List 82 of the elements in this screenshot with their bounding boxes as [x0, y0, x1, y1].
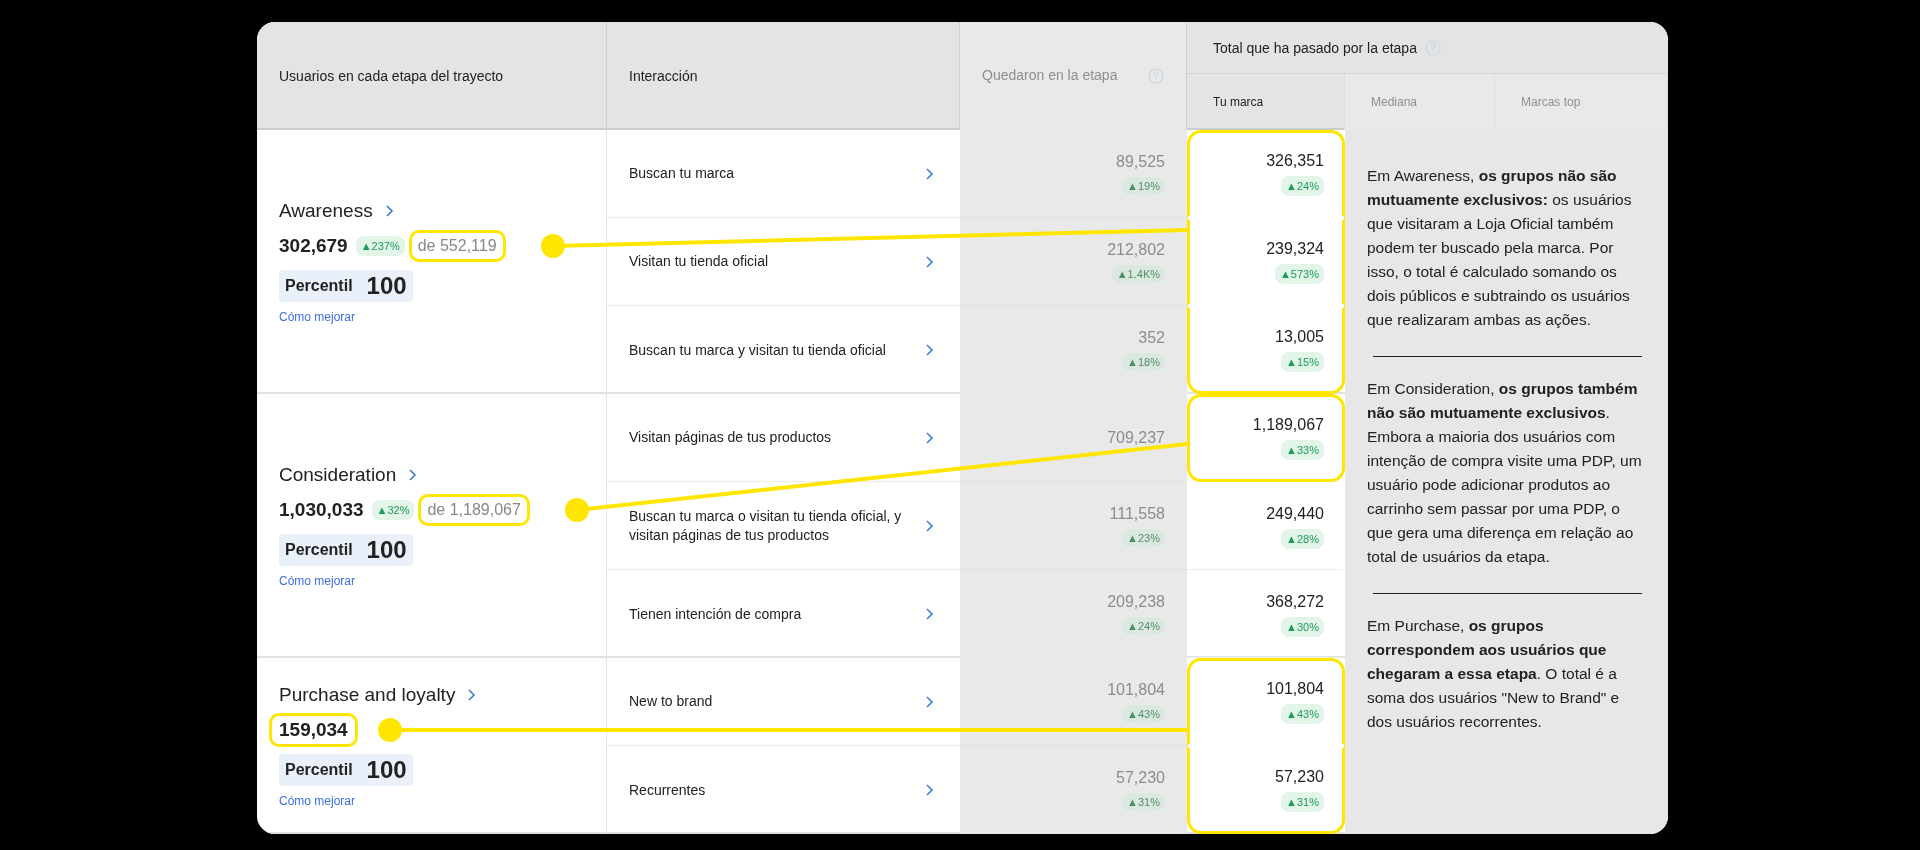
chevron-right-icon [925, 167, 934, 180]
annotation-note: Em Consideration, os grupos também não são mutuamente exclusivos. Embora a maioria dos usuários com intenção de compra visite uma PDP, um usuário pode adicionar produtos ao carrinho sem passar por uma PDP, o que gera uma diferença em relação ao total de usuários da etapa. [1367, 379, 1643, 568]
stage-of-total: de 552,119 [408, 230, 506, 262]
percentile-value: 100 [366, 536, 407, 564]
stage-title[interactable]: Awareness [279, 200, 373, 222]
change-badge: ▲43% [1281, 704, 1324, 724]
change-badge: ▲237% [355, 236, 405, 256]
interaction-row[interactable]: Buscan tu marca y visitan tu tienda oficial [607, 306, 960, 394]
annotation-note: Em Purchase, os grupos correspondem aos usuários que chegaram a essa etapa. O total é a soma dos usuários "New to Brand" e dos usuários recorrentes. [1367, 616, 1621, 733]
change-badge: ▲18% [1122, 353, 1165, 371]
improve-link[interactable]: Cómo mejorar [279, 310, 606, 324]
brand-total-value: 1,189,067 [1252, 416, 1324, 434]
change-badge: ▲23% [1122, 528, 1165, 547]
help-icon[interactable] [1148, 68, 1164, 84]
stage-of-total: de 1,189,067 [418, 494, 530, 526]
brand-total-value: 249,440 [1266, 505, 1324, 523]
stage-title[interactable]: Consideration [279, 464, 397, 486]
percentile-value: 100 [366, 272, 407, 300]
interaction-label: Visitan páginas de tus productos [629, 428, 832, 447]
change-badge: ▲24% [1281, 176, 1324, 196]
brand-total-value: 101,804 [1266, 680, 1324, 698]
chevron-right-icon [467, 689, 477, 701]
brand-total-value: 368,272 [1266, 593, 1324, 611]
improve-link[interactable]: Cómo mejorar [279, 574, 606, 588]
remained-value: 111,558 [1109, 504, 1165, 523]
chevron-right-icon [925, 784, 934, 796]
interaction-label: Buscan tu marca [629, 164, 735, 183]
chevron-right-icon [925, 431, 934, 444]
interaction-label: Buscan tu marca y visitan tu tienda oficial [629, 340, 886, 360]
interaction-label: New to brand [629, 692, 713, 711]
interaction-row[interactable]: Recurrentes [607, 746, 960, 834]
remained-value: 209,238 [1107, 593, 1165, 611]
stage-total: 159,034 [269, 713, 358, 747]
remained-value: 352 [1138, 329, 1165, 347]
remained-value: 101,804 [1107, 680, 1165, 699]
interaction-row[interactable]: Tienen intención de compra [607, 570, 960, 658]
change-badge: ▲28% [1281, 529, 1324, 549]
percentile-label: Percentil [285, 541, 353, 559]
stage-title[interactable]: Purchase and loyalty [279, 684, 456, 706]
change-badge: ▲30% [1281, 617, 1324, 637]
chevron-right-icon [925, 519, 934, 532]
remained-value: 709,237 [1107, 428, 1165, 447]
chevron-right-icon [408, 469, 418, 481]
annotation-note: Em Awareness, os grupos não são mutuamente exclusivos: os usuários que visitaram a Loja Oficial também podem ter buscado pela marca. Por isso, o total é calculado somando os dois públicos e subtraindo os usuários que realizaram ambas as ações. [1367, 166, 1633, 331]
change-badge: ▲573% [1274, 264, 1324, 284]
subcolumn-header: Marcas top [1495, 74, 1668, 130]
chevron-right-icon [925, 344, 934, 356]
brand-total-value: 57,230 [1275, 768, 1324, 786]
percentile-value: 100 [366, 756, 407, 784]
interaction-label: Buscan tu marca o visitan tu tienda oficial, y visitan páginas de tus productos [629, 506, 903, 545]
column-group-header: Total que ha pasado por la etapa [1213, 39, 1417, 56]
change-badge: ▲24% [1122, 617, 1165, 635]
brand-total-value: 326,351 [1266, 152, 1324, 170]
column-header: Quedaron en la etapa [982, 66, 1118, 86]
chevron-right-icon [925, 608, 934, 620]
change-badge: ▲15% [1281, 352, 1324, 372]
change-badge: ▲43% [1122, 704, 1165, 723]
change-badge: ▲19% [1122, 176, 1165, 195]
interaction-label: Visitan tu tienda oficial [629, 252, 769, 271]
interaction-label: Recurrentes [629, 780, 706, 800]
stage-total: 302,679 [278, 234, 349, 258]
stage-total: 1,030,033 [278, 498, 365, 522]
remained-value: 212,802 [1107, 240, 1165, 259]
change-badge: ▲33% [1281, 440, 1324, 460]
column-header: Usuarios en cada etapa del trayecto [257, 22, 607, 130]
brand-total-value: 13,005 [1275, 328, 1324, 346]
change-badge: ▲32% [371, 500, 415, 520]
percentile-label: Percentil [285, 277, 353, 295]
improve-link[interactable]: Cómo mejorar [279, 794, 606, 808]
brand-total-value: 239,324 [1266, 240, 1324, 258]
change-badge: ▲31% [1122, 793, 1165, 811]
interaction-label: Tienen intención de compra [629, 604, 802, 624]
chevron-right-icon [384, 205, 394, 217]
remained-value: 89,525 [1116, 152, 1165, 171]
change-badge: ▲1.4K% [1111, 264, 1165, 283]
percentile-label: Percentil [285, 761, 353, 779]
chevron-right-icon [925, 255, 934, 268]
subcolumn-header: Mediana [1345, 74, 1495, 130]
help-icon[interactable] [1424, 39, 1441, 56]
remained-value: 57,230 [1116, 769, 1165, 787]
change-badge: ▲31% [1281, 792, 1324, 812]
chevron-right-icon [925, 695, 934, 708]
